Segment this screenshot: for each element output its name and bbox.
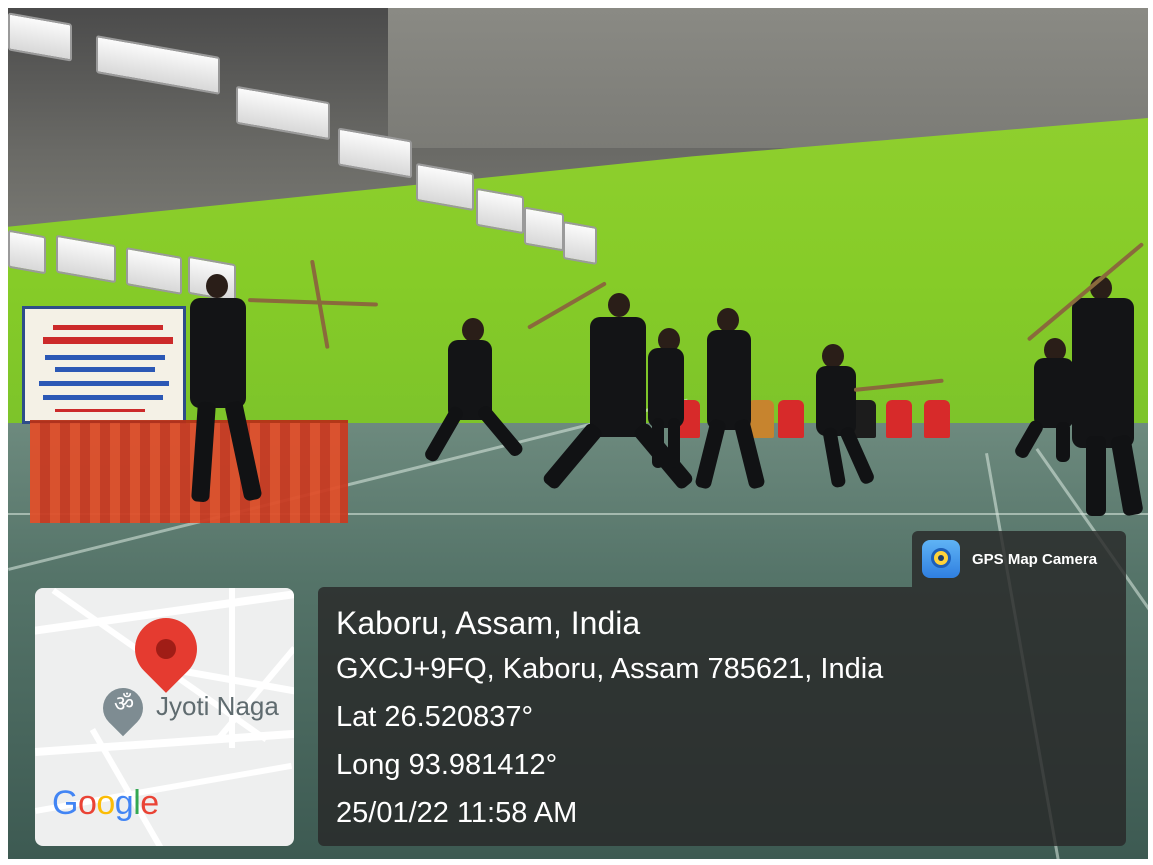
address-line: GXCJ+9FQ, Kaboru, Assam 785621, India (336, 653, 884, 685)
gps-map-camera-badge: GPS Map Camera (912, 531, 1126, 587)
location-pin-dot (156, 639, 176, 659)
ceiling-light (8, 229, 46, 275)
google-logo: Google (52, 784, 159, 822)
chair (778, 400, 804, 438)
map-poi-label: Jyoti Naga (156, 691, 279, 721)
om-glyph: ॐ (113, 692, 135, 717)
workshop-banner (22, 306, 186, 424)
badge-label: GPS Map Camera (972, 550, 1098, 568)
datetime-line: 25/01/22 11:58 AM (336, 797, 578, 829)
location-info-panel: Kaboru, Assam, India GXCJ+9FQ, Kaboru, A… (318, 587, 1126, 846)
latitude-line: Lat 26.520837° (336, 701, 534, 733)
draped-table (30, 420, 348, 523)
upper-wall (388, 8, 1148, 148)
chair (924, 400, 950, 438)
chair (886, 400, 912, 438)
place-title: Kaboru, Assam, India (336, 605, 641, 641)
ceiling-light (563, 221, 597, 265)
map-thumbnail: ॐ Jyoti Naga Google (35, 588, 294, 846)
gps-map-camera-logo-icon (922, 540, 960, 578)
ceiling-light (524, 206, 564, 252)
longitude-line: Long 93.981412° (336, 749, 558, 781)
